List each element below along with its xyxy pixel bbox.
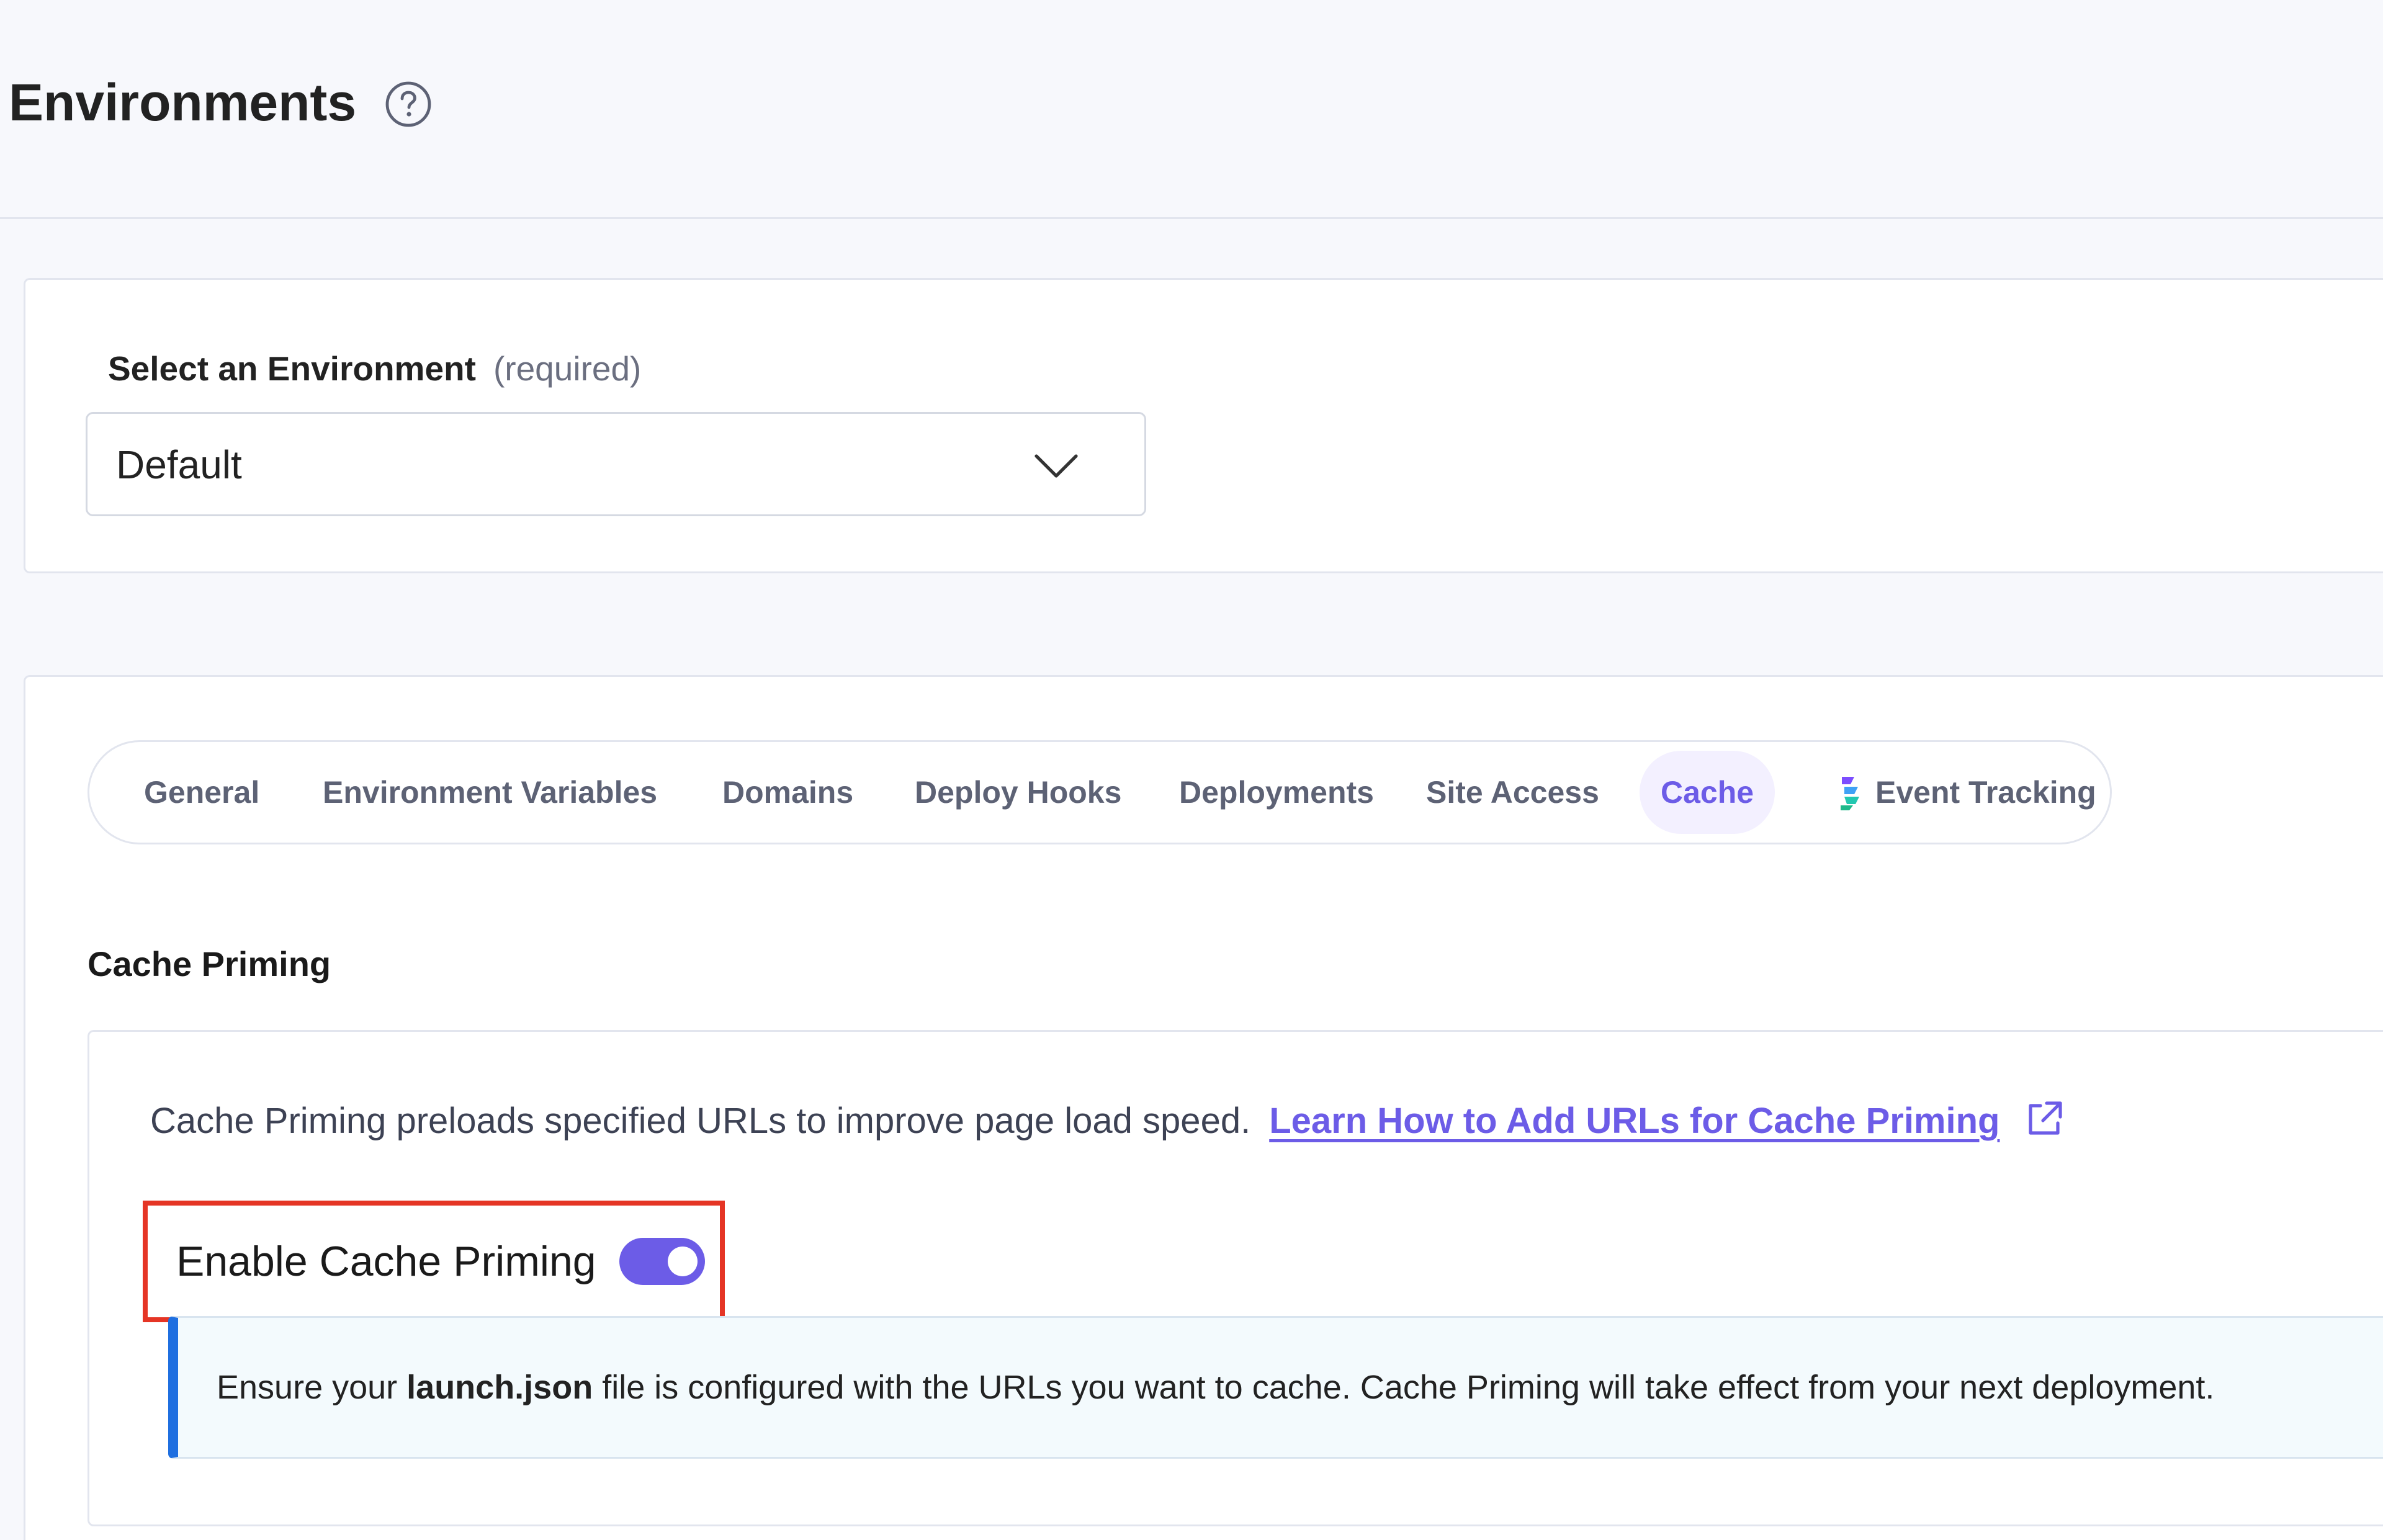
- help-icon[interactable]: [384, 79, 433, 129]
- enable-cache-priming-label: Enable Cache Priming: [176, 1238, 596, 1285]
- cache-priming-section-title: Cache Priming: [88, 944, 331, 983]
- event-tracking-logo-icon: [1841, 776, 1859, 810]
- tab-event-tracking[interactable]: Event Tracking: [1837, 751, 2096, 834]
- cache-priming-description: Cache Priming preloads specified URLs to…: [150, 1096, 2065, 1146]
- settings-tabs: General Environment Variables Domains De…: [88, 740, 2112, 844]
- chevron-down-icon: [1034, 454, 1078, 478]
- highlighted-toggle-area: Enable Cache Priming: [143, 1201, 725, 1322]
- environment-settings-card: General Environment Variables Domains De…: [24, 675, 2383, 1540]
- page-header: Environments: [0, 0, 2383, 219]
- tab-site-access[interactable]: Site Access: [1426, 751, 1599, 834]
- info-suffix: file is configured with the URLs you wan…: [593, 1369, 2215, 1406]
- environment-dropdown[interactable]: Default: [86, 412, 1146, 516]
- required-indicator: (required): [493, 349, 642, 388]
- environment-dropdown-value: Default: [116, 442, 242, 487]
- info-callout: Ensure your launch.json file is configur…: [168, 1316, 2383, 1459]
- info-prefix: Ensure your: [217, 1369, 407, 1406]
- page-title: Environments: [9, 73, 357, 132]
- cache-priming-description-text: Cache Priming preloads specified URLs to…: [150, 1101, 1251, 1141]
- environment-select-card: Select an Environment (required) Default: [24, 278, 2383, 573]
- cache-priming-panel: Cache Priming preloads specified URLs to…: [88, 1030, 2383, 1526]
- learn-cache-priming-link[interactable]: Learn How to Add URLs for Cache Priming: [1269, 1101, 1999, 1141]
- tab-deploy-hooks[interactable]: Deploy Hooks: [915, 751, 1121, 834]
- enable-cache-priming-toggle[interactable]: [619, 1238, 705, 1285]
- environment-select-label-text: Select an Environment: [108, 349, 476, 388]
- tab-environment-variables[interactable]: Environment Variables: [323, 751, 657, 834]
- tab-deployments[interactable]: Deployments: [1179, 751, 1374, 834]
- info-callout-text: Ensure your launch.json file is configur…: [217, 1363, 2214, 1412]
- launch-json-filename: launch.json: [406, 1369, 593, 1406]
- tab-domains[interactable]: Domains: [722, 751, 853, 834]
- tab-cache[interactable]: Cache: [1640, 751, 1775, 834]
- tab-general[interactable]: General: [144, 751, 259, 834]
- external-link-icon[interactable]: [2023, 1098, 2065, 1140]
- tab-event-tracking-label: Event Tracking: [1875, 775, 2096, 810]
- environment-select-label: Select an Environment (required): [108, 347, 641, 390]
- toggle-knob: [668, 1247, 698, 1276]
